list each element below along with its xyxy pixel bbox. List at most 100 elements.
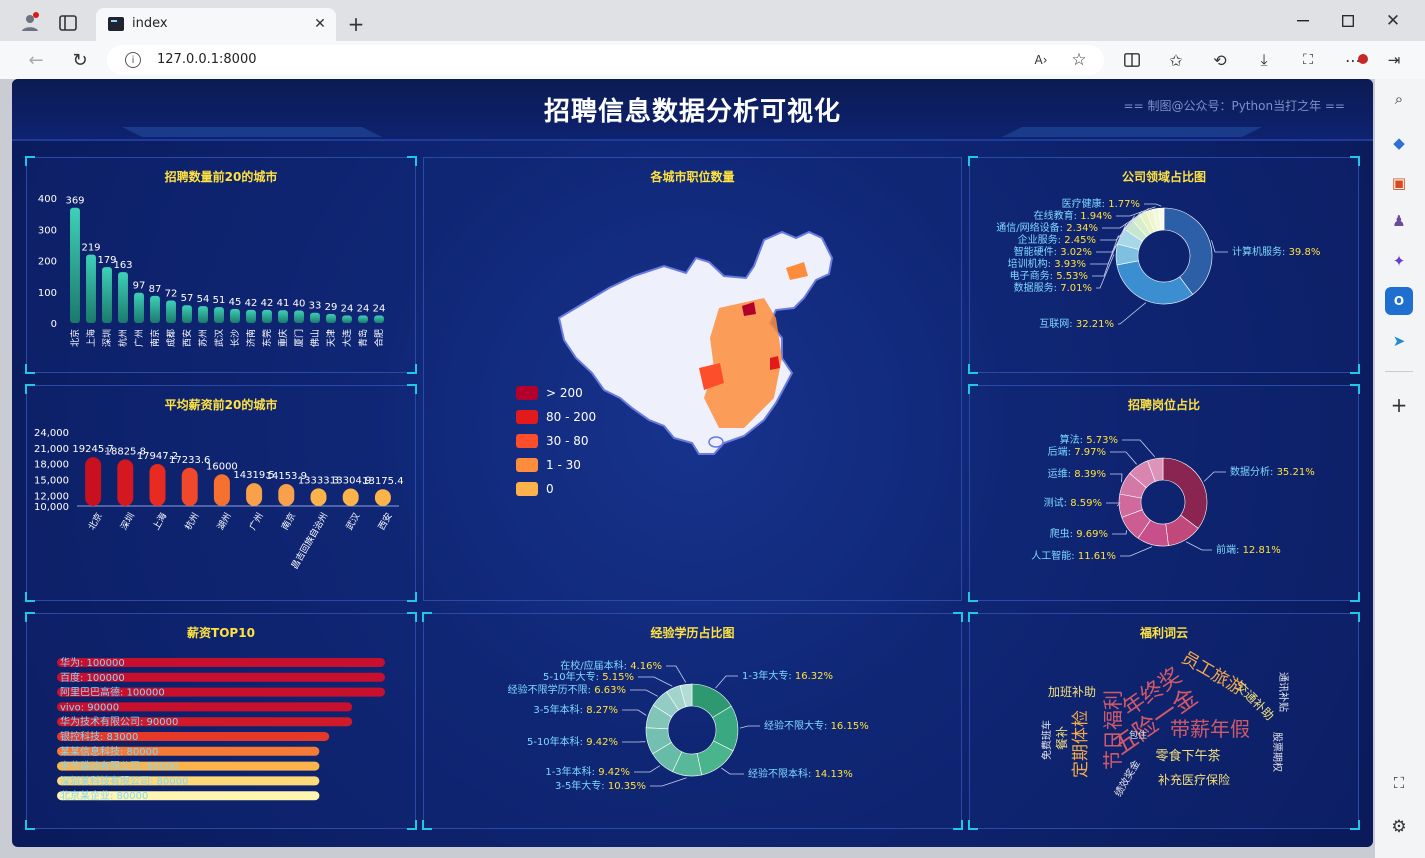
- x-tick-label: 长沙: [229, 329, 241, 347]
- panel-salary-top10: 薪资TOP10 华为: 100000 百度: 100000 阿里巴巴高德: 1000…: [25, 612, 417, 830]
- search-icon[interactable]: ⌕: [1385, 85, 1413, 113]
- screen-capture-icon[interactable]: ⛶: [1385, 769, 1413, 797]
- map-legend-label: > 200: [546, 386, 583, 400]
- bar-label: 阿里巴巴高德: 100000: [60, 686, 165, 699]
- pie-label: 算法: 5.73%: [1060, 433, 1118, 446]
- more-menu-icon[interactable]: ⋯: [1342, 50, 1368, 70]
- browser-tab[interactable]: index ✕: [96, 8, 336, 41]
- minimize-button[interactable]: [1290, 8, 1316, 34]
- pie-leader-line: [1118, 302, 1147, 325]
- map-legend-swatch: [516, 410, 538, 424]
- bar: [150, 295, 160, 323]
- favorites-icon[interactable]: ✩: [1166, 50, 1186, 70]
- pie-leader-line: [1185, 541, 1212, 551]
- bar-value-label: 13175.4: [362, 476, 403, 487]
- y-tick-label: 400: [38, 194, 57, 205]
- settings-gear-icon[interactable]: ⚙: [1385, 813, 1413, 841]
- bar-value-label: 45: [229, 297, 242, 308]
- dashboard: 招聘信息数据分析可视化 == 制图@公众号：Python当打之年 == 招聘数量…: [12, 79, 1373, 847]
- panel-company-domain: 公司领域占比图 计算机服务: 39.8% 互联网: 32.21% 数据服务: 7.0…: [968, 156, 1360, 374]
- x-tick-label: 济南: [245, 329, 257, 347]
- new-tab-button[interactable]: +: [344, 12, 368, 36]
- bar-value-label: 29: [325, 302, 338, 313]
- bar: [310, 312, 320, 323]
- bar-value-label: 51: [213, 295, 226, 306]
- bar: [374, 315, 384, 323]
- bar: [246, 483, 263, 506]
- pie-leader-line: [666, 665, 687, 683]
- sidebar-toggle-icon[interactable]: ⇥: [1384, 50, 1404, 70]
- screenshot-icon[interactable]: ⛶: [1298, 50, 1318, 70]
- pie-label: 后端: 7.97%: [1048, 445, 1106, 458]
- word-cloud-word: 带薪年假: [1170, 717, 1250, 741]
- url-text: 127.0.0.1:8000: [157, 52, 257, 67]
- bar: [278, 484, 295, 506]
- pie-label: 运维: 8.39%: [1048, 467, 1106, 480]
- profile-icon[interactable]: [20, 12, 40, 32]
- outlook-icon[interactable]: O: [1385, 287, 1413, 315]
- panel-top-cities: 招聘数量前20的城市 400 300 200 100 0 369 北京 219 上海 179 深圳 1…: [25, 156, 417, 374]
- download-icon[interactable]: ⤓: [1254, 50, 1274, 70]
- copilot-icon[interactable]: ✦: [1385, 247, 1413, 275]
- bar-value-label: 41: [277, 298, 290, 309]
- map-legend-label: 80 - 200: [546, 410, 596, 424]
- history-icon[interactable]: ⟲: [1210, 50, 1230, 70]
- terminal-icon: [108, 17, 124, 31]
- x-tick-label: 北京: [69, 329, 81, 347]
- read-aloud-icon[interactable]: A›: [1032, 51, 1050, 69]
- bar: [358, 315, 368, 323]
- x-tick-label: 深圳: [102, 329, 113, 347]
- bar-value-label: 369: [65, 196, 84, 207]
- shopping-tag-icon[interactable]: ◆: [1385, 129, 1413, 157]
- bar-value-label: 33: [309, 301, 322, 312]
- pie-label: 智能硬件: 3.02%: [1014, 245, 1092, 258]
- toolbox-icon[interactable]: ▣: [1385, 169, 1413, 197]
- china-map[interactable]: > 200 80 - 200 30 - 80 1 - 30 0: [424, 158, 963, 602]
- x-tick-label: 武汉: [343, 511, 362, 533]
- y-tick-label: 100: [38, 288, 57, 299]
- x-tick-label: 西安: [375, 511, 394, 533]
- pie-leader-line: [1122, 439, 1156, 458]
- bar: [118, 272, 128, 323]
- back-icon[interactable]: ←: [26, 50, 46, 71]
- window-close-button[interactable]: ✕: [1380, 8, 1406, 34]
- welfare-wordcloud: 年终奖五险一金节日福利 带薪年假员工旅游定期体检 零食下午茶补充医疗保险加班补助 交通…: [1040, 648, 1290, 799]
- games-icon[interactable]: ♟: [1385, 207, 1413, 235]
- x-tick-label: 深圳: [119, 511, 138, 532]
- pie-label: 前端: 12.81%: [1216, 543, 1281, 556]
- bar-label: 某某信息科技: 80000: [60, 745, 158, 758]
- favorite-star-icon[interactable]: ☆: [1069, 50, 1089, 70]
- x-tick-label: 湖州: [215, 511, 234, 532]
- y-tick-label: 24,000: [34, 428, 69, 439]
- info-icon[interactable]: i: [125, 52, 141, 68]
- bar: [214, 307, 224, 323]
- bar-label: 字节跳动有限公司: 80000: [60, 760, 178, 773]
- x-tick-label: 天津: [326, 329, 337, 347]
- pie-leader-line: [1112, 530, 1128, 535]
- bar-label: 银控科技: 83000: [60, 730, 138, 743]
- split-screen-icon[interactable]: [1122, 50, 1142, 70]
- add-icon[interactable]: +: [1385, 391, 1413, 419]
- word-cloud-word: 包住: [1129, 729, 1147, 741]
- address-bar[interactable]: i 127.0.0.1:8000 A› ☆: [107, 45, 1104, 75]
- pie-label: 经验不限学历不限: 6.63%: [508, 683, 626, 696]
- maximize-button[interactable]: [1335, 8, 1361, 34]
- close-icon[interactable]: ✕: [310, 14, 330, 34]
- pie-label: 计算机服务: 39.8%: [1232, 245, 1320, 258]
- x-tick-label: 广州: [246, 511, 265, 533]
- tab-actions-icon[interactable]: [58, 14, 78, 32]
- word-cloud-word: 通讯补贴: [1277, 672, 1290, 712]
- x-tick-label: 杭州: [117, 329, 129, 347]
- map-legend-swatch: [516, 482, 538, 496]
- bar-value-label: 17233.6: [169, 455, 210, 466]
- pie-label: 爬虫: 9.69%: [1050, 528, 1108, 540]
- pie-label: 经验不限大专: 16.15%: [764, 719, 869, 732]
- browser-sidebar: ⌕ ◆ ▣ ♟ ✦ O ➤ + ⛶ ⚙: [1375, 79, 1425, 858]
- x-tick-label: 大连: [341, 329, 353, 347]
- x-tick-label: 西安: [181, 329, 193, 347]
- pie-label: 人工智能: 11.61%: [1031, 549, 1116, 562]
- pie-label: 互联网: 32.21%: [1039, 318, 1114, 330]
- x-tick-label: 苏州: [197, 329, 209, 347]
- send-icon[interactable]: ➤: [1385, 327, 1413, 355]
- refresh-icon[interactable]: ↻: [70, 50, 90, 71]
